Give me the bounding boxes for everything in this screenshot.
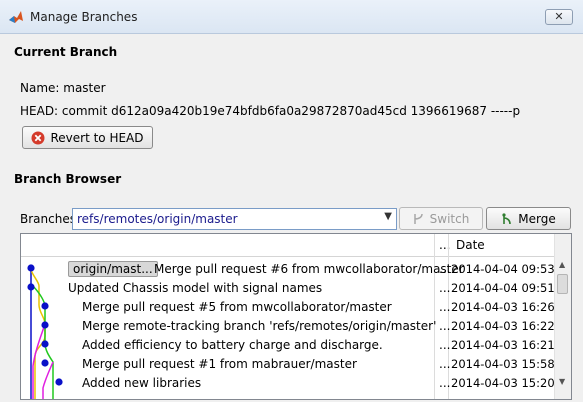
merge-button-label: Merge <box>518 211 556 226</box>
commit-date: 2014-04-03 15:20:... <box>451 376 570 390</box>
commit-date: 2014-04-04 09:53:... <box>451 262 570 276</box>
scroll-up-icon[interactable]: ▲ <box>559 260 565 269</box>
row-dots: ... <box>439 376 451 390</box>
commit-date: 2014-04-03 16:22:... <box>451 319 570 333</box>
commit-message: Merge remote-tracking branch 'refs/remot… <box>82 319 437 333</box>
branch-select-value: refs/remotes/origin/master <box>77 212 238 226</box>
commit-message: Merge pull request #5 from mwcollaborato… <box>82 300 392 314</box>
row-dots: ... <box>439 281 451 295</box>
switch-icon <box>413 213 423 224</box>
row-dots: ... <box>439 319 451 333</box>
vertical-scrollbar[interactable]: ▲ ▼ <box>554 234 571 399</box>
switch-button-label: Switch <box>429 211 470 226</box>
row-dots: ... <box>439 357 451 371</box>
chevron-down-icon[interactable]: ▼ <box>384 211 392 222</box>
branches-label: Branches: <box>20 212 81 226</box>
window-title: Manage Branches <box>30 10 138 24</box>
table-row[interactable]: Updated Chassis model with signal names … <box>21 279 569 298</box>
title-bar: Manage Branches ✕ <box>0 0 583 34</box>
commit-table[interactable]: ... Date origin/mast... Merge pull reque… <box>20 233 572 400</box>
scroll-down-icon[interactable]: ▼ <box>559 377 565 386</box>
commit-message: Added efficiency to battery charge and d… <box>82 338 383 352</box>
row-dots: ... <box>439 300 451 314</box>
scrollbar-thumb[interactable] <box>557 274 568 294</box>
commit-message: Updated Chassis model with signal names <box>68 281 323 295</box>
commit-message: Merge pull request #6 from mwcollaborato… <box>154 262 464 276</box>
revert-to-head-button[interactable]: Revert to HEAD <box>22 126 153 149</box>
close-button[interactable]: ✕ <box>545 9 573 25</box>
revert-icon <box>31 131 45 144</box>
close-icon: ✕ <box>554 10 564 23</box>
branch-browser-heading: Branch Browser <box>14 172 122 186</box>
table-row[interactable]: Merge pull request #5 from mwcollaborato… <box>21 298 569 317</box>
branch-name-text: Name: master <box>20 81 106 95</box>
merge-button[interactable]: Merge <box>486 207 571 230</box>
commit-date: 2014-04-03 16:21:... <box>451 338 570 352</box>
revert-button-label: Revert to HEAD <box>50 130 144 145</box>
merge-icon <box>502 212 512 224</box>
table-row[interactable]: Merge remote-tracking branch 'refs/remot… <box>21 317 569 336</box>
row-dots: ... <box>439 338 451 352</box>
commit-date: 2014-04-03 15:58:... <box>451 357 570 371</box>
branch-select[interactable]: refs/remotes/origin/master ▼ <box>72 208 397 230</box>
current-branch-heading: Current Branch <box>14 45 118 59</box>
table-header: ... Date <box>21 234 556 257</box>
commit-date: 2014-04-04 09:51:... <box>451 281 570 295</box>
commit-date: 2014-04-03 16:26:... <box>451 300 570 314</box>
table-row[interactable]: Added efficiency to battery charge and d… <box>21 336 569 355</box>
commit-message: Merge pull request #1 from mabrauer/mast… <box>82 357 357 371</box>
commit-message: Added new libraries <box>82 376 202 390</box>
table-row[interactable]: origin/mast... Merge pull request #6 fro… <box>21 260 569 279</box>
table-row[interactable]: Merge pull request #1 from mabrauer/mast… <box>21 355 569 374</box>
date-column-header[interactable]: Date <box>456 238 485 252</box>
row-dots: ... <box>439 262 451 276</box>
table-row[interactable]: Added new libraries ... 2014-04-03 15:20… <box>21 374 569 393</box>
matlab-logo-icon <box>9 11 23 23</box>
switch-button[interactable]: Switch <box>399 207 483 230</box>
head-commit-text: HEAD: commit d612a09a420b19e74bfdb6fa0a2… <box>20 104 521 118</box>
branch-tag-badge[interactable]: origin/mast... <box>68 261 158 277</box>
